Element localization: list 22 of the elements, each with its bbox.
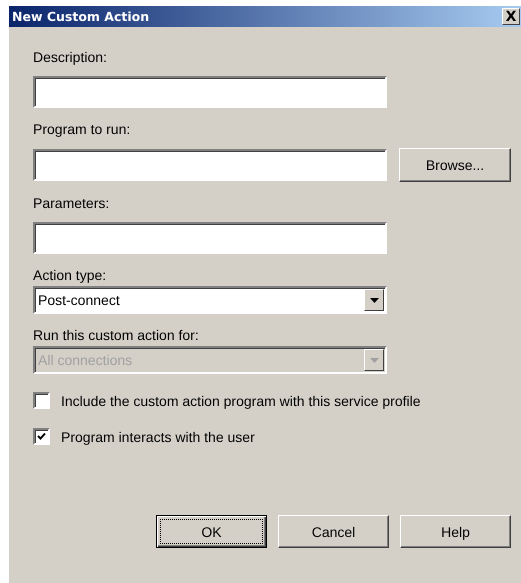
checkbox-label: Include the custom action program with this service profile xyxy=(61,392,420,408)
field-label: Run this custom action for: xyxy=(33,326,200,344)
dropdown-field[interactable]: Post-connect xyxy=(33,286,387,314)
checkmark-icon xyxy=(37,432,46,441)
browse-button[interactable]: Browse... xyxy=(399,148,511,182)
field-label: Action type: xyxy=(33,266,108,284)
dialog-button[interactable]: Cancel xyxy=(278,515,389,548)
field-label: Parameters: xyxy=(33,194,110,212)
field-label: Description: xyxy=(33,48,108,66)
dialog-button[interactable]: OK xyxy=(156,515,267,548)
dialog-button[interactable]: Help xyxy=(400,515,511,548)
checkbox[interactable] xyxy=(33,392,50,409)
dropdown-arrow-icon xyxy=(370,358,378,362)
input-field[interactable] xyxy=(33,76,387,108)
window-title: New Custom Action xyxy=(12,9,150,24)
field-label: Program to run: xyxy=(33,120,132,138)
checkbox[interactable] xyxy=(33,428,50,445)
close-button[interactable]: X xyxy=(502,8,520,25)
dropdown-arrow-icon xyxy=(370,298,378,302)
checkbox-label: Program interacts with the user xyxy=(61,428,255,444)
input-field[interactable] xyxy=(33,149,387,181)
input-field[interactable] xyxy=(33,222,387,254)
